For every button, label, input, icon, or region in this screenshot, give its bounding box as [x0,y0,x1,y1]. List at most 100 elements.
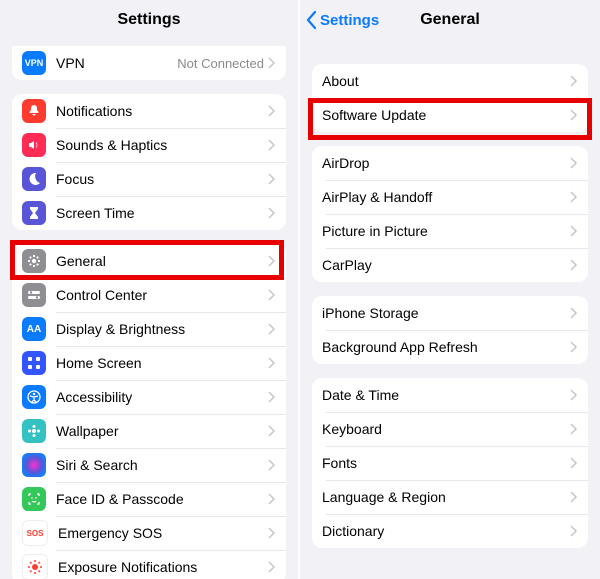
chevron-right-icon [268,459,276,471]
chevron-right-icon [268,139,276,151]
chevron-right-icon [268,493,276,505]
row-bg-refresh[interactable]: Background App Refresh [312,330,588,364]
general-title: General [420,11,480,29]
row-airplay[interactable]: AirPlay & Handoff [312,180,588,214]
row-language[interactable]: Language & Region [312,480,588,514]
row-display[interactable]: AA Display & Brightness [12,312,286,346]
row-emergency-sos[interactable]: SOS Emergency SOS [12,516,286,550]
row-accessibility[interactable]: Accessibility [12,380,286,414]
face-id-icon [22,487,46,511]
label-focus: Focus [56,171,94,187]
label-wallpaper: Wallpaper [56,423,119,439]
label-about: About [322,73,359,89]
settings-title: Settings [117,11,180,29]
sos-icon: SOS [22,520,48,546]
row-keyboard[interactable]: Keyboard [312,412,588,446]
general-group-storage: iPhone Storage Background App Refresh [312,296,588,364]
vpn-status: Not Connected [177,56,264,71]
back-button[interactable]: Settings [306,0,379,40]
label-dictionary: Dictionary [322,523,384,539]
row-fonts[interactable]: Fonts [312,446,588,480]
general-group-about: About Software Update [312,64,588,132]
chevron-right-icon [268,289,276,301]
label-siri: Siri & Search [56,457,138,473]
chevron-right-icon [268,57,276,69]
gear-icon [22,249,46,273]
row-dictionary[interactable]: Dictionary [312,514,588,548]
label-software-update: Software Update [322,107,426,123]
label-emergency-sos: Emergency SOS [58,525,162,541]
vpn-icon: VPN [22,51,46,75]
label-display: Display & Brightness [56,321,185,337]
label-face-id: Face ID & Passcode [56,491,184,507]
chevron-right-icon [570,525,578,537]
chevron-right-icon [268,561,276,573]
row-screen-time[interactable]: Screen Time [12,196,286,230]
chevron-right-icon [268,207,276,219]
label-notifications: Notifications [56,103,132,119]
row-focus[interactable]: Focus [12,162,286,196]
chevron-right-icon [268,173,276,185]
label-airplay: AirPlay & Handoff [322,189,432,205]
general-group-date: Date & Time Keyboard Fonts Language & Re… [312,378,588,548]
general-group-airdrop: AirDrop AirPlay & Handoff Picture in Pic… [312,146,588,282]
vpn-label: VPN [56,55,85,71]
row-siri[interactable]: Siri & Search [12,448,286,482]
row-sounds[interactable]: Sounds & Haptics [12,128,286,162]
chevron-right-icon [570,109,578,121]
row-exposure[interactable]: Exposure Notifications [12,550,286,579]
row-notifications[interactable]: Notifications [12,94,286,128]
label-control-center: Control Center [56,287,147,303]
display-icon: AA [22,317,46,341]
grid-icon [22,351,46,375]
row-vpn[interactable]: VPN VPN Not Connected [12,46,286,80]
label-fonts: Fonts [322,455,357,471]
wallpaper-icon [22,419,46,443]
label-sounds: Sounds & Haptics [56,137,167,153]
row-iphone-storage[interactable]: iPhone Storage [312,296,588,330]
back-label: Settings [320,12,379,29]
accessibility-icon [22,385,46,409]
label-airdrop: AirDrop [322,155,369,171]
siri-icon [22,453,46,477]
chevron-right-icon [268,323,276,335]
row-control-center[interactable]: Control Center [12,278,286,312]
label-pip: Picture in Picture [322,223,428,239]
label-keyboard: Keyboard [322,421,382,437]
label-carplay: CarPlay [322,257,372,273]
label-general: General [56,253,106,269]
chevron-right-icon [268,357,276,369]
label-language: Language & Region [322,489,446,505]
row-face-id[interactable]: Face ID & Passcode [12,482,286,516]
chevron-right-icon [570,307,578,319]
chevron-right-icon [570,225,578,237]
label-exposure: Exposure Notifications [58,559,197,575]
label-screen-time: Screen Time [56,205,135,221]
settings-header: Settings [0,0,298,40]
row-airdrop[interactable]: AirDrop [312,146,588,180]
row-home-screen[interactable]: Home Screen [12,346,286,380]
row-about[interactable]: About [312,64,588,98]
chevron-right-icon [570,423,578,435]
general-header: Settings General [300,0,600,40]
row-general[interactable]: General [12,244,286,278]
chevron-right-icon [570,157,578,169]
row-wallpaper[interactable]: Wallpaper [12,414,286,448]
settings-pane: Settings VPN VPN Not Connected Notificat… [0,0,300,579]
hourglass-icon [22,201,46,225]
chevron-right-icon [268,105,276,117]
settings-group-sounds: Notifications Sounds & Haptics Focus [12,94,286,230]
row-carplay[interactable]: CarPlay [312,248,588,282]
label-bg-refresh: Background App Refresh [322,339,478,355]
switches-icon [22,283,46,307]
row-software-update[interactable]: Software Update [312,98,588,132]
settings-group-network: VPN VPN Not Connected [12,46,286,80]
chevron-right-icon [268,255,276,267]
row-date-time[interactable]: Date & Time [312,378,588,412]
bell-icon [22,99,46,123]
chevron-right-icon [570,389,578,401]
sound-icon [22,133,46,157]
chevron-right-icon [570,491,578,503]
row-pip[interactable]: Picture in Picture [312,214,588,248]
label-accessibility: Accessibility [56,389,132,405]
